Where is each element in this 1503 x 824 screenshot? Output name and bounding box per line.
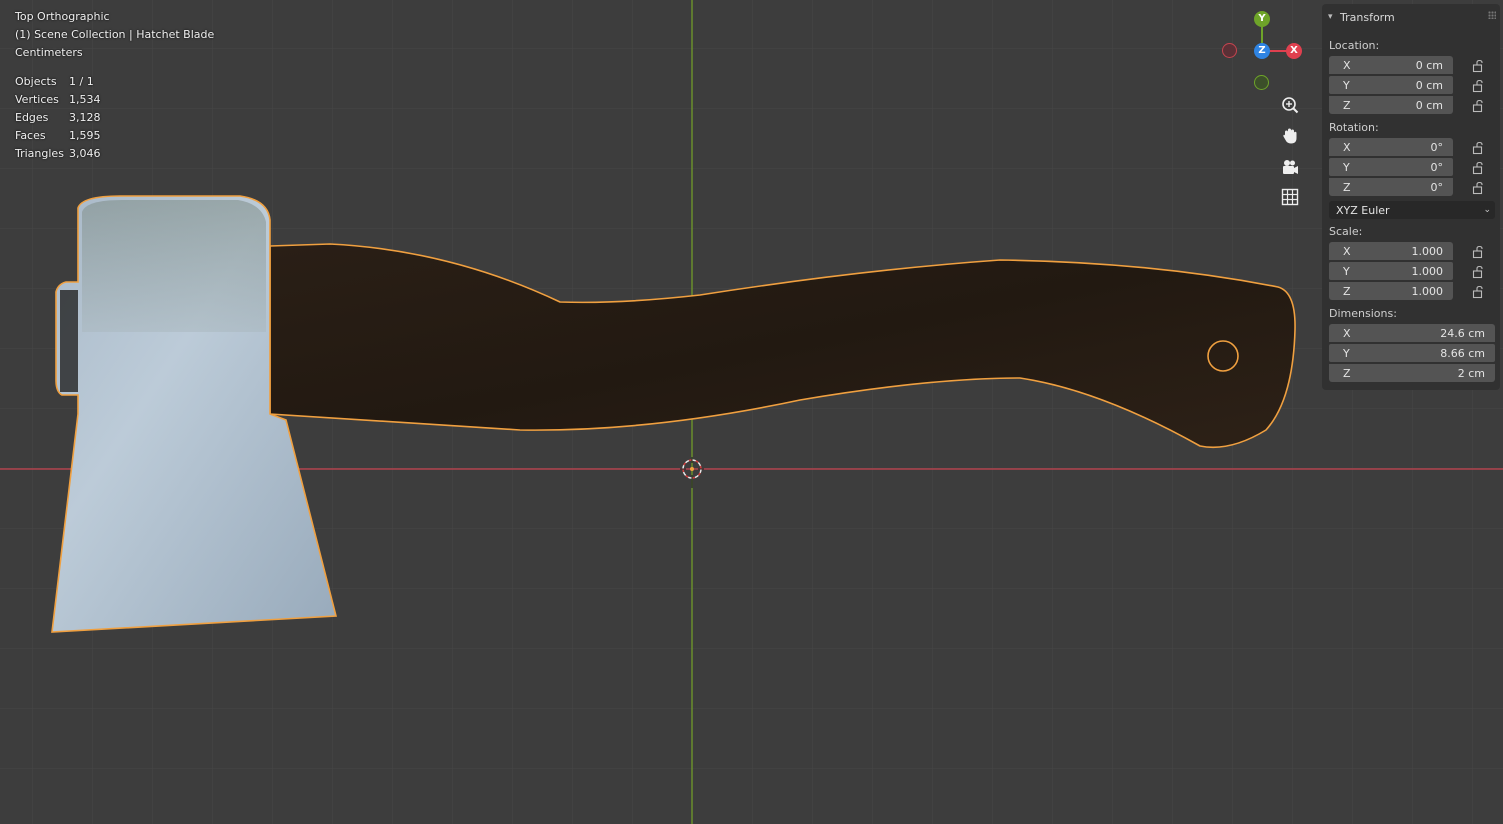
location-z-field[interactable]: Z 0 cm (1329, 96, 1453, 114)
stat-value: 1 / 1 (69, 75, 94, 88)
lock-icon[interactable] (1472, 285, 1486, 299)
axis-label: Z (1343, 366, 1351, 380)
axis-label: Y (1343, 264, 1350, 278)
lock-icon[interactable] (1472, 141, 1486, 155)
rotation-label: Rotation: (1329, 121, 1379, 134)
stat-value: 3,128 (69, 111, 101, 124)
stat-value: 1,534 (69, 93, 101, 106)
gizmo-neg-x-axis[interactable] (1222, 43, 1237, 58)
field-value: 1.000 (1411, 284, 1444, 298)
stat-row-objects: Objects 1 / 1 (15, 73, 101, 91)
grid-icon[interactable] (1278, 185, 1302, 209)
axis-label: Z (1343, 180, 1351, 194)
stat-label: Faces (15, 129, 46, 142)
rotation-mode-value: XYZ Euler (1336, 203, 1390, 217)
axis-label: Z (1343, 98, 1351, 112)
lock-icon[interactable] (1472, 59, 1486, 73)
transform-panel: ▾ Transform Location: X0 cm Y0 cm Z0 cm … (1322, 4, 1500, 390)
stat-row-vertices: Vertices 1,534 (15, 91, 101, 109)
viewport-info: Top Orthographic (1) Scene Collection | … (15, 8, 214, 62)
stat-row-triangles: Triangles 3,046 (15, 145, 101, 163)
stat-value: 1,595 (69, 129, 101, 142)
chevron-down-icon: ▾ (1328, 12, 1333, 22)
drag-grip-icon[interactable] (1488, 11, 1496, 19)
axis-label: Z (1343, 284, 1351, 298)
lock-icon[interactable] (1472, 245, 1486, 259)
lock-icon[interactable] (1472, 181, 1486, 195)
field-value: 0° (1430, 180, 1444, 194)
gizmo-x-axis[interactable]: X (1286, 43, 1302, 59)
stat-label: Vertices (15, 93, 59, 106)
rotation-y-field[interactable]: Y 0° (1329, 158, 1453, 176)
axis-label: X (1343, 244, 1351, 258)
scale-z-field[interactable]: Z 1.000 (1329, 282, 1453, 300)
lock-icon[interactable] (1472, 99, 1486, 113)
field-value: 0° (1430, 140, 1444, 154)
gizmo-neg-y-axis[interactable] (1254, 75, 1269, 90)
scale-label: Scale: (1329, 225, 1363, 238)
transform-panel-header[interactable]: ▾ Transform (1328, 9, 1395, 25)
field-value: 0° (1430, 160, 1444, 174)
field-value: 1.000 (1411, 244, 1444, 258)
field-value: 1.000 (1411, 264, 1444, 278)
3d-viewport[interactable] (0, 0, 1503, 824)
location-y-field[interactable]: Y 0 cm (1329, 76, 1453, 94)
view-name: Top Orthographic (15, 10, 110, 23)
field-value: 0 cm (1415, 98, 1443, 112)
stat-label: Objects (15, 75, 57, 88)
axis-label: X (1343, 140, 1351, 154)
stat-row-edges: Edges 3,128 (15, 109, 101, 127)
gizmo-y-axis[interactable]: Y (1254, 11, 1270, 27)
field-value: 0 cm (1415, 78, 1443, 92)
axis-label: X (1343, 326, 1351, 340)
lock-icon[interactable] (1472, 79, 1486, 93)
zoom-icon[interactable] (1278, 93, 1302, 117)
field-value: 8.66 cm (1440, 346, 1485, 360)
camera-icon[interactable] (1278, 155, 1302, 179)
lock-icon[interactable] (1472, 265, 1486, 279)
field-value: 2 cm (1457, 366, 1485, 380)
scale-x-field[interactable]: X 1.000 (1329, 242, 1453, 260)
hand-pan-icon[interactable] (1278, 124, 1302, 148)
viewport-canvas[interactable] (0, 0, 1503, 824)
dimensions-x-field[interactable]: X 24.6 cm (1329, 324, 1495, 342)
axis-label: Y (1343, 78, 1350, 92)
scale-y-field[interactable]: Y 1.000 (1329, 262, 1453, 280)
units-label: Centimeters (15, 46, 83, 59)
field-value: 0 cm (1415, 58, 1443, 72)
scene-statistics: Objects 1 / 1 Vertices 1,534 Edges 3,128 Fa… (15, 73, 101, 163)
stat-value: 3,046 (69, 147, 101, 160)
dimensions-y-field[interactable]: Y 8.66 cm (1329, 344, 1495, 362)
collection-label: (1) Scene Collection | Hatchet Blade (15, 28, 215, 41)
field-value: 24.6 cm (1440, 326, 1485, 340)
dimensions-label: Dimensions: (1329, 307, 1397, 320)
stat-label: Edges (15, 111, 49, 124)
axis-label: Y (1343, 346, 1350, 360)
location-label: Location: (1329, 39, 1380, 52)
transform-panel-title: Transform (1340, 10, 1395, 24)
axis-label: X (1343, 58, 1351, 72)
gizmo-z-axis[interactable]: Z (1254, 43, 1270, 59)
location-x-field[interactable]: X 0 cm (1329, 56, 1453, 74)
axis-label: Y (1343, 160, 1350, 174)
rotation-z-field[interactable]: Z 0° (1329, 178, 1453, 196)
chevron-down-icon: ⌄ (1483, 205, 1491, 215)
stat-label: Triangles (15, 147, 64, 160)
dimensions-z-field[interactable]: Z 2 cm (1329, 364, 1495, 382)
rotation-x-field[interactable]: X 0° (1329, 138, 1453, 156)
stat-row-faces: Faces 1,595 (15, 127, 101, 145)
rotation-mode-dropdown[interactable]: XYZ Euler ⌄ (1329, 201, 1495, 219)
lock-icon[interactable] (1472, 161, 1486, 175)
